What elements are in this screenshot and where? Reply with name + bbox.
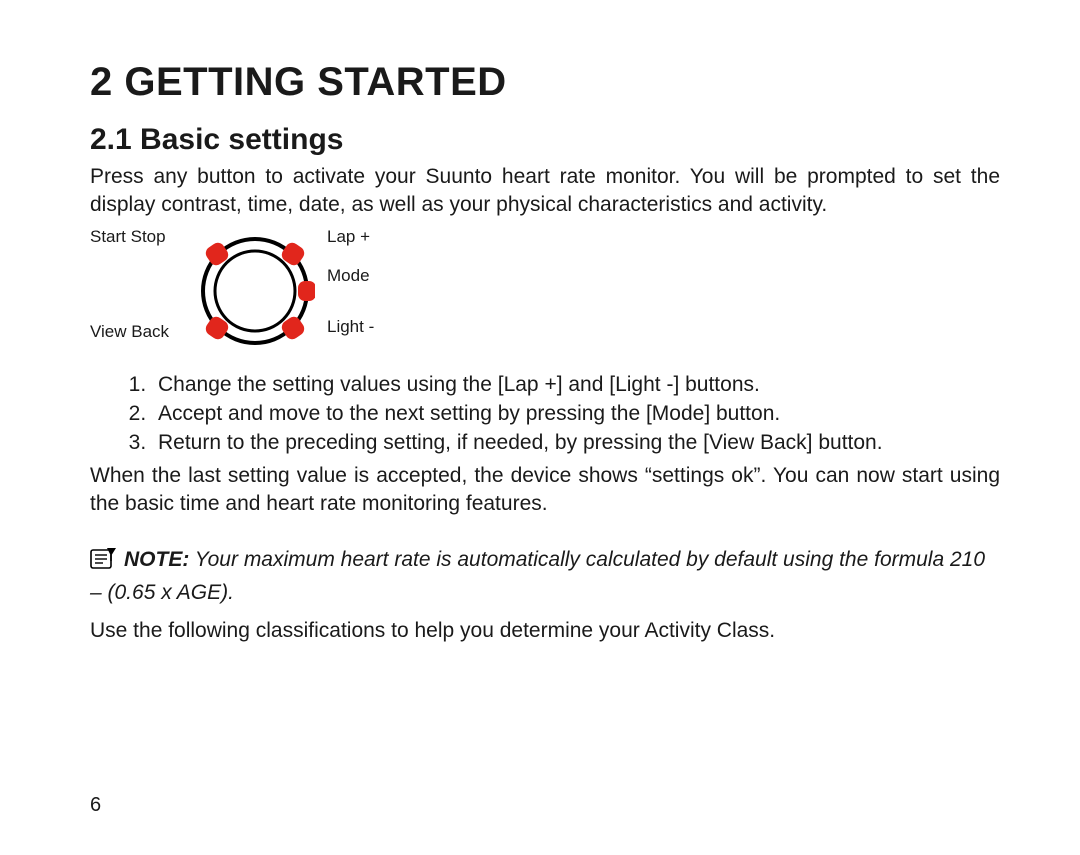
step-item: Return to the preceding setting, if need… <box>152 429 1000 458</box>
after-steps-paragraph: When the last setting value is accepted,… <box>90 462 1000 519</box>
page-number: 6 <box>90 794 101 817</box>
steps-list: Change the setting values using the [Lap… <box>90 371 1000 458</box>
label-view-back: View Back <box>90 323 195 340</box>
manual-page: 2 GETTING STARTED 2.1 Basic settings Pre… <box>0 0 1080 855</box>
label-lap-plus: Lap + <box>327 228 374 245</box>
watch-diagram: Start Stop View Back Lap + Mode <box>90 226 1000 361</box>
label-light-minus: Light - <box>327 318 374 335</box>
diagram-right-labels: Lap + Mode Light - <box>315 226 374 335</box>
closing-paragraph: Use the following classifications to hel… <box>90 617 1000 645</box>
chapter-title: 2 GETTING STARTED <box>90 60 1000 105</box>
note-body: Your maximum heart rate is automatically… <box>90 548 985 603</box>
label-start-stop: Start Stop <box>90 228 195 245</box>
note-icon <box>90 546 118 578</box>
note-label: NOTE: <box>124 548 189 571</box>
section-title: 2.1 Basic settings <box>90 123 1000 157</box>
watch-icon <box>195 226 315 361</box>
note-paragraph: NOTE: Your maximum heart rate is automat… <box>90 546 1000 607</box>
intro-paragraph: Press any button to activate your Suunto… <box>90 163 1000 220</box>
step-item: Change the setting values using the [Lap… <box>152 371 1000 400</box>
label-mode: Mode <box>327 267 374 284</box>
diagram-left-labels: Start Stop View Back <box>90 226 195 340</box>
step-item: Accept and move to the next setting by p… <box>152 400 1000 429</box>
